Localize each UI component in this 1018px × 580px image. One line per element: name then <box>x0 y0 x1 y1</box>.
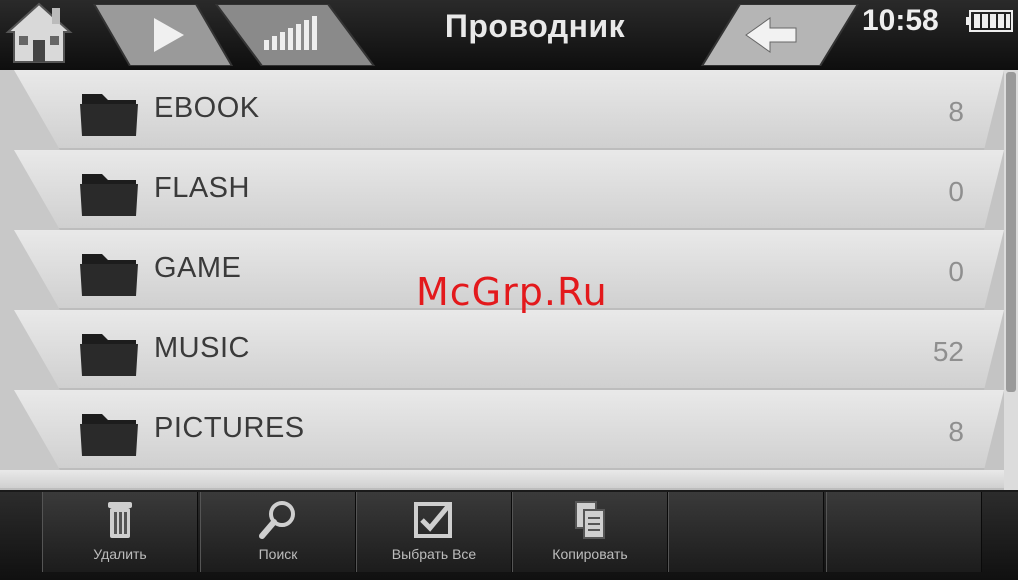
folder-name: MUSIC <box>154 332 250 364</box>
volume-tab[interactable] <box>206 3 376 67</box>
folder-icon <box>78 324 140 378</box>
home-button[interactable] <box>4 0 74 66</box>
folder-icon <box>78 404 140 458</box>
file-count: 52 <box>932 336 964 367</box>
folder-icon <box>78 244 140 298</box>
trash-icon <box>98 498 142 542</box>
delete-button[interactable]: Удалить <box>42 492 198 572</box>
back-button[interactable] <box>700 3 860 67</box>
list-item[interactable]: PICTURES 8 <box>0 390 1004 470</box>
list-item[interactable]: MUSIC 52 <box>0 310 1004 390</box>
file-count: 0 <box>948 256 964 287</box>
checkbox-icon <box>412 498 456 542</box>
file-count: 8 <box>948 96 964 127</box>
scrollbar[interactable] <box>1006 72 1016 392</box>
back-arrow-icon <box>700 3 860 67</box>
file-count: 0 <box>948 176 964 207</box>
page-title: Проводник <box>444 8 626 44</box>
volume-icon <box>214 3 376 67</box>
home-icon <box>5 2 73 63</box>
clock: 10:58 <box>862 4 939 37</box>
battery-icon <box>966 9 1014 33</box>
folder-name: FLASH <box>154 172 250 204</box>
delete-label: Удалить <box>93 546 147 562</box>
select-all-button[interactable]: Выбрать Все <box>356 492 512 572</box>
file-count: 8 <box>948 416 964 447</box>
search-icon <box>256 498 300 542</box>
copy-button[interactable]: Копировать <box>512 492 668 572</box>
folder-icon <box>78 84 140 138</box>
copy-label: Копировать <box>552 546 628 562</box>
empty-button-1[interactable] <box>668 492 824 572</box>
empty-button-2[interactable] <box>826 492 982 572</box>
list-item[interactable]: EBOOK 8 <box>0 70 1004 150</box>
bottom-toolbar: Удалить Поиск Выбрать Все Копировать <box>0 492 1018 580</box>
watermark: McGrp.Ru <box>416 270 608 314</box>
folder-icon <box>78 164 140 218</box>
folder-name: EBOOK <box>154 92 260 124</box>
folder-name: GAME <box>154 252 242 284</box>
list-item[interactable]: FLASH 0 <box>0 150 1004 230</box>
folder-name: PICTURES <box>154 412 305 444</box>
select-all-label: Выбрать Все <box>391 546 477 562</box>
copy-icon <box>568 498 612 542</box>
list-item-partial <box>0 470 1004 490</box>
search-button[interactable]: Поиск <box>200 492 356 572</box>
top-bar: Проводник 10:58 <box>0 0 1018 70</box>
search-label: Поиск <box>258 546 298 562</box>
